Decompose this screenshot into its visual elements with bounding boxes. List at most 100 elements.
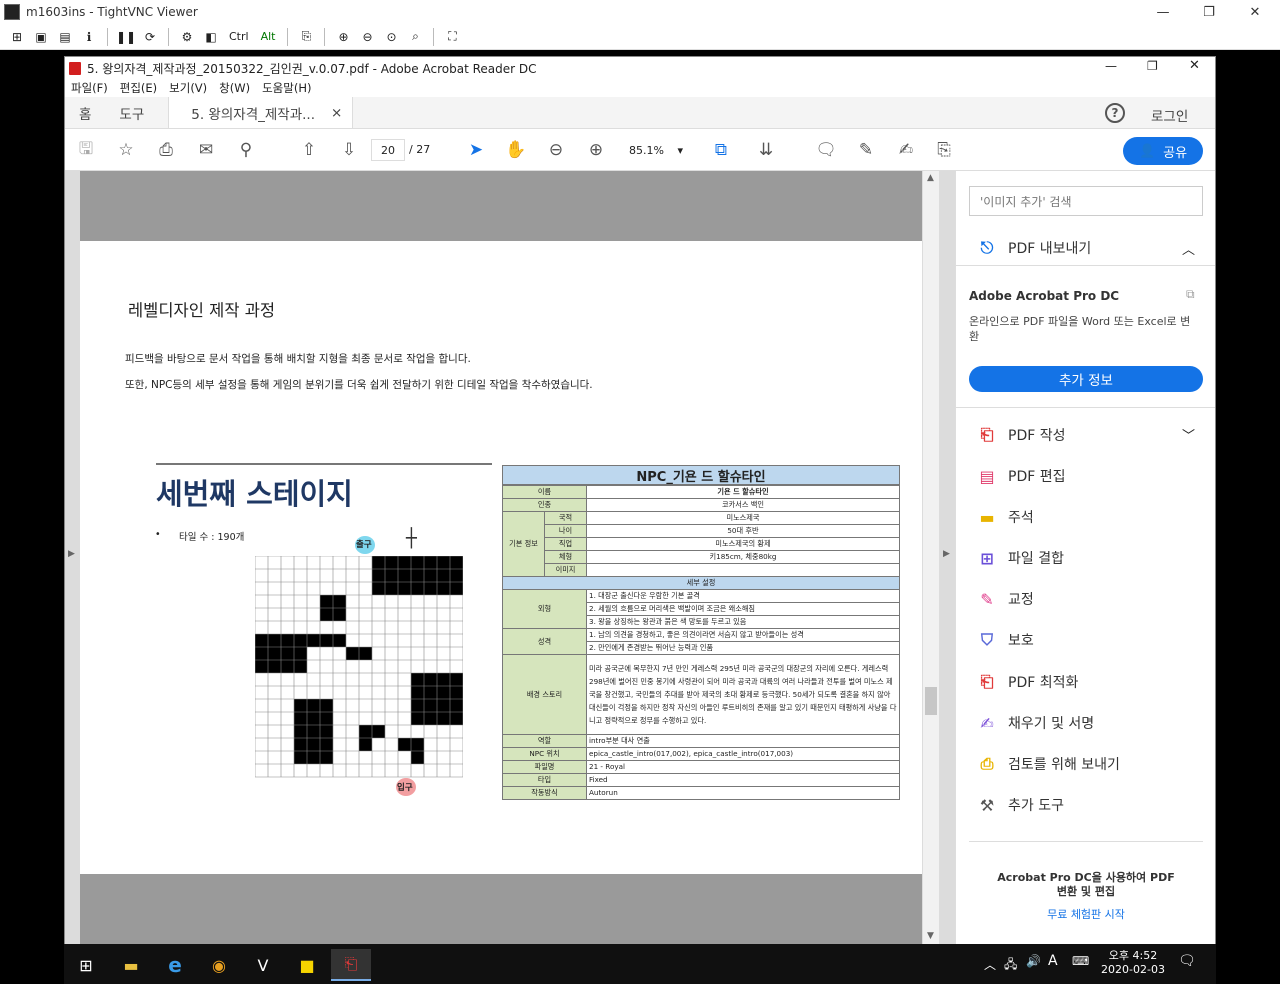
tab-home[interactable]: 홈 xyxy=(65,97,105,128)
tool-more[interactable]: ⚒ 추가 도구 xyxy=(976,793,1064,817)
menu-view[interactable]: 보기(V) xyxy=(169,80,207,96)
tool-comment[interactable]: ▬ 주석 xyxy=(976,505,1033,529)
scroll-up-icon[interactable]: ▲ xyxy=(927,173,934,183)
sign-icon[interactable]: ✍ xyxy=(895,139,917,161)
next-page-icon[interactable]: ⇩ xyxy=(338,139,360,161)
tray-chevron-icon[interactable]: ︿ xyxy=(984,956,996,973)
vertical-scrollbar[interactable]: ▲ ▼ xyxy=(923,171,939,944)
tool-send-review[interactable]: ⎙ 검토를 위해 보내기 xyxy=(976,752,1120,776)
tab-tools[interactable]: 도구 xyxy=(105,97,158,128)
ctrl-key-button[interactable]: Ctrl xyxy=(226,28,252,46)
info-icon[interactable]: ℹ xyxy=(80,28,98,46)
restore-button[interactable]: ❐ xyxy=(1186,0,1232,24)
comment-icon[interactable]: 🗨 xyxy=(815,139,837,161)
prev-page-icon[interactable]: ⇧ xyxy=(298,139,320,161)
minimize-button[interactable]: — xyxy=(1140,0,1186,24)
menu-file[interactable]: 파일(F) xyxy=(71,80,108,96)
login-link[interactable]: 로그인 xyxy=(1151,105,1188,125)
edge-browser-icon[interactable]: e xyxy=(155,949,195,981)
ctrl-alt-del-icon[interactable]: ⚙ xyxy=(178,28,196,46)
tool-edit-pdf[interactable]: ▤ PDF 편집 xyxy=(976,464,1065,488)
clipboard-icon[interactable]: ⎘ xyxy=(297,28,315,46)
chevron-up-icon[interactable]: ︿ xyxy=(1182,239,1195,258)
acrobat-minimize-button[interactable]: — xyxy=(1105,59,1117,73)
acrobat-taskbar-icon[interactable]: ⎗ xyxy=(331,949,371,981)
tab-close-icon[interactable]: × xyxy=(331,105,342,121)
select-cursor-icon[interactable]: ➤ xyxy=(465,139,487,161)
more-tools-icon: ⚒ xyxy=(979,795,995,815)
fullscreen-icon[interactable]: ⛶ xyxy=(443,28,461,46)
zoom-out-circle-icon[interactable]: ⊖ xyxy=(545,139,567,161)
ime-indicator[interactable]: A xyxy=(1048,953,1058,969)
npc-value-body: 키185cm, 체중80kg xyxy=(586,550,900,564)
ime-mode-icon[interactable]: ⌨ xyxy=(1072,954,1089,968)
network-icon[interactable]: 🖧 xyxy=(1004,955,1017,976)
volume-icon[interactable]: 🔊 xyxy=(1026,954,1041,968)
zoom-fit-icon[interactable]: ⌕ xyxy=(406,28,424,46)
menu-edit[interactable]: 편집(E) xyxy=(120,80,157,96)
chrome-icon[interactable]: ◉ xyxy=(199,949,239,981)
acrobat-window: 5. 왕의자격_제작과정_20150322_김인권_v.0.07.pdf - A… xyxy=(64,56,1216,944)
npc-title: NPC_기욘 드 할슈타인 xyxy=(502,465,900,485)
scroll-down-icon[interactable]: ▼ xyxy=(927,931,934,941)
stamp-icon[interactable]: ⎘ xyxy=(933,139,955,161)
tab-document[interactable]: 5. 왕의자격_제작과... × xyxy=(168,97,354,128)
zoom-out-icon[interactable]: ⊖ xyxy=(358,28,376,46)
fit-page-icon[interactable]: ⧉ xyxy=(710,139,732,161)
zoom-100-icon[interactable]: ⊙ xyxy=(382,28,400,46)
search-icon[interactable]: ⚲ xyxy=(235,139,257,161)
tool-combine[interactable]: ⊞ 파일 결합 xyxy=(976,546,1064,570)
file-explorer-icon[interactable]: ▬ xyxy=(111,949,151,981)
clock-time[interactable]: 오후 4:52 xyxy=(1098,947,1168,963)
bookmark-star-icon[interactable]: ☆ xyxy=(115,139,137,161)
highlight-pen-icon[interactable]: ✎ xyxy=(855,139,877,161)
document-viewer[interactable]: ▶ 레벨디자인 제작 과정 피드백을 바탕으로 문서 작업을 통해 배치할 지형… xyxy=(65,171,955,944)
trial-link[interactable]: 무료 체험판 시작 xyxy=(996,906,1176,922)
help-icon[interactable]: ? xyxy=(1105,103,1125,123)
scroll-mode-icon[interactable]: ⇊ xyxy=(755,139,777,161)
hand-tool-icon[interactable]: ✋ xyxy=(505,139,527,161)
share-button[interactable]: 👤 공유 xyxy=(1123,137,1203,165)
print-icon[interactable]: ⎙ xyxy=(155,139,177,161)
pause-icon[interactable]: ❚❚ xyxy=(116,28,136,46)
menu-help[interactable]: 도움말(H) xyxy=(262,80,311,96)
save-icon[interactable]: ▣ xyxy=(32,28,50,46)
chevron-down-icon: ▾ xyxy=(677,143,683,157)
vnc-viewer-icon[interactable]: V xyxy=(243,949,283,981)
save-file-icon[interactable]: 🖫 xyxy=(75,139,97,161)
tool-protect[interactable]: ⛉ 보호 xyxy=(976,628,1034,652)
start-windows-icon[interactable]: ⊞ xyxy=(66,949,106,981)
chevron-down-icon[interactable]: ﹀ xyxy=(1182,425,1195,444)
scroll-thumb[interactable] xyxy=(925,687,937,715)
tool-proofread[interactable]: ✎ 교정 xyxy=(976,587,1033,611)
comment-tool-icon: ▬ xyxy=(979,507,995,527)
sticky-notes-icon[interactable]: ■ xyxy=(287,949,327,981)
tool-create-pdf[interactable]: ⎗ PDF 작성 xyxy=(976,423,1066,447)
zoom-select[interactable]: 85.1% ▾ xyxy=(625,139,687,161)
zoom-in-icon[interactable]: ⊕ xyxy=(334,28,352,46)
alt-key-button[interactable]: Alt xyxy=(258,28,279,46)
left-panel-toggle-icon[interactable]: ▶ xyxy=(68,549,75,559)
zoom-in-circle-icon[interactable]: ⊕ xyxy=(585,139,607,161)
more-info-button[interactable]: 추가 정보 xyxy=(969,366,1203,392)
tool-protect-label: 보호 xyxy=(1008,633,1034,649)
right-panel-toggle-icon[interactable]: ▶ xyxy=(943,549,950,559)
acrobat-restore-button[interactable]: ❐ xyxy=(1147,59,1158,73)
paragraph-2: 또한, NPC등의 세부 설정을 통해 게임의 분위기를 더욱 쉽게 전달하기 … xyxy=(125,379,593,391)
clock-date[interactable]: 2020-02-03 xyxy=(1098,963,1168,976)
export-pdf-header[interactable]: ⎋ PDF 내보내기 xyxy=(976,236,1092,260)
email-icon[interactable]: ✉ xyxy=(195,139,217,161)
page-number-input[interactable]: 20 xyxy=(371,139,405,161)
options-icon[interactable]: ▤ xyxy=(56,28,74,46)
tools-search-input[interactable]: '이미지 추가' 검색 xyxy=(969,186,1203,216)
tool-combine-label: 파일 결합 xyxy=(1008,551,1064,567)
tool-fill-sign[interactable]: ✍ 채우기 및 서명 xyxy=(976,711,1094,735)
notification-icon[interactable]: 🗨 xyxy=(1178,953,1196,969)
new-connection-icon[interactable]: ⊞ xyxy=(8,28,26,46)
win-key-icon[interactable]: ◧ xyxy=(202,28,220,46)
menu-window[interactable]: 창(W) xyxy=(219,80,250,96)
acrobat-close-button[interactable]: ✕ xyxy=(1189,58,1200,73)
tool-optimize[interactable]: ⎗ PDF 최적화 xyxy=(976,670,1079,694)
refresh-icon[interactable]: ⟳ xyxy=(141,28,159,46)
close-button[interactable]: ✕ xyxy=(1232,0,1278,24)
